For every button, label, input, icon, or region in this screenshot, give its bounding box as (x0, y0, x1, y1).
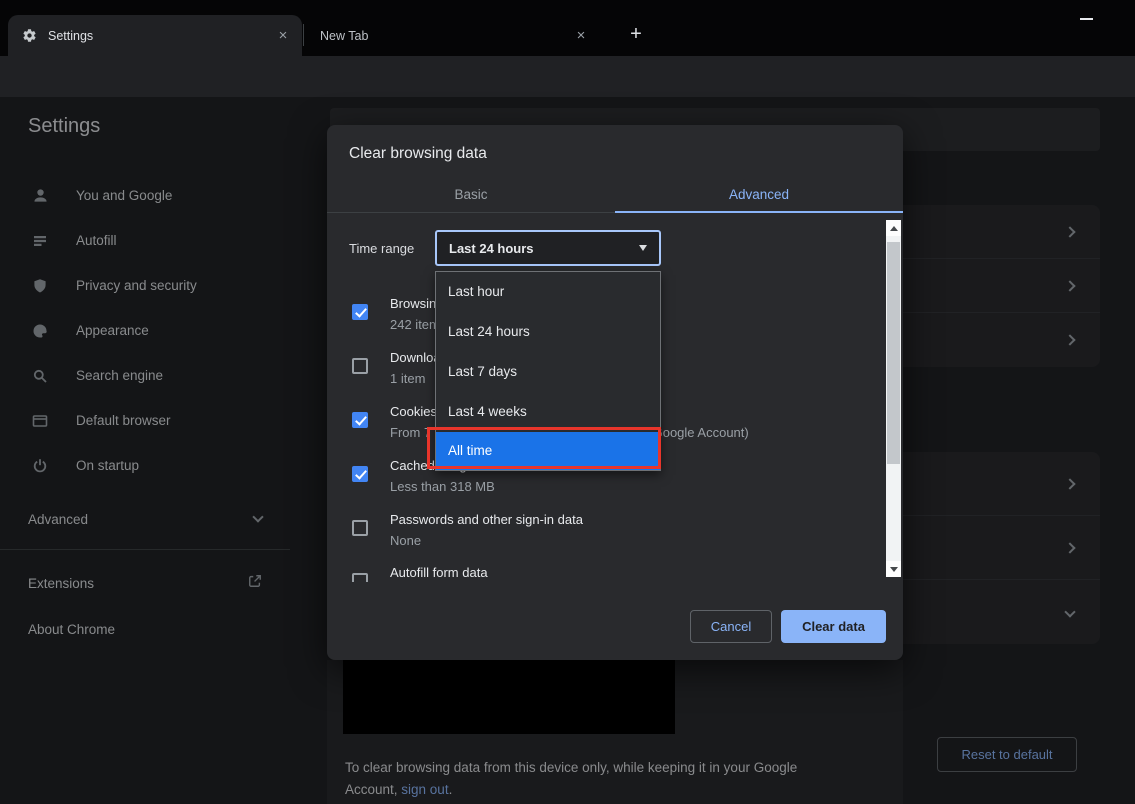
dialog-scrollbar[interactable] (886, 220, 901, 577)
dialog-content: Time range Last 24 hours Browsing histor… (327, 213, 903, 582)
settings-gear-icon (22, 28, 38, 44)
dialog-title: Clear browsing data (349, 145, 487, 163)
checkbox-autofill-form-data[interactable] (352, 573, 368, 582)
annotation-highlight-box (427, 427, 661, 469)
checkbox-download-history[interactable] (352, 358, 368, 374)
scroll-down-icon[interactable] (886, 561, 901, 577)
scroll-up-icon[interactable] (886, 220, 901, 236)
tab-separator (303, 24, 304, 46)
browser-toolbar: Chrome | chrome://settings/clearBrowserD… (0, 56, 1135, 97)
checkbox-browsing-history[interactable] (352, 304, 368, 320)
select-caret-icon (639, 245, 647, 251)
option-last-4-weeks[interactable]: Last 4 weeks (436, 392, 660, 432)
option-last-hour[interactable]: Last hour (436, 272, 660, 312)
checkbox-passwords[interactable] (352, 520, 368, 536)
new-tab-button[interactable]: + (622, 20, 650, 48)
scrollbar-thumb[interactable] (887, 242, 900, 464)
minimize-button[interactable] (1080, 18, 1093, 20)
tab-settings[interactable]: Settings × (8, 15, 302, 56)
clear-browsing-data-dialog: Clear browsing data Basic Advanced Time … (327, 125, 903, 660)
time-range-value: Last 24 hours (449, 241, 639, 256)
tab-bar: Settings × New Tab × + (0, 0, 1135, 56)
tab-new-tab[interactable]: New Tab × (306, 15, 600, 56)
checkbox-cookies[interactable] (352, 412, 368, 428)
checkbox-cached-files[interactable] (352, 466, 368, 482)
row-autofill-form-data: Autofill form data (327, 563, 903, 582)
tab-title: Settings (48, 29, 274, 43)
row-detail: None (390, 533, 421, 548)
time-range-label: Time range (349, 241, 414, 256)
row-detail: 1 item (390, 371, 425, 386)
option-last-7-days[interactable]: Last 7 days (436, 352, 660, 392)
row-label: Passwords and other sign-in data (390, 512, 583, 527)
tab-advanced[interactable]: Advanced (615, 180, 903, 212)
close-tab-icon[interactable]: × (274, 27, 292, 45)
settings-page: Settings You and Google Autofill Privacy… (0, 97, 1135, 804)
tab-basic[interactable]: Basic (327, 180, 615, 212)
time-range-select[interactable]: Last 24 hours (435, 230, 661, 266)
dialog-tabs: Basic Advanced (327, 180, 903, 213)
clear-data-button[interactable]: Clear data (781, 610, 886, 643)
cancel-button[interactable]: Cancel (690, 610, 772, 643)
close-tab-icon[interactable]: × (572, 27, 590, 45)
row-detail: Less than 318 MB (390, 479, 495, 494)
tab-title: New Tab (320, 29, 572, 43)
row-label: Autofill form data (390, 565, 488, 580)
option-last-24-hours[interactable]: Last 24 hours (436, 312, 660, 352)
dialog-buttons: Cancel Clear data (327, 610, 903, 643)
row-passwords: Passwords and other sign-in data None (327, 510, 903, 558)
